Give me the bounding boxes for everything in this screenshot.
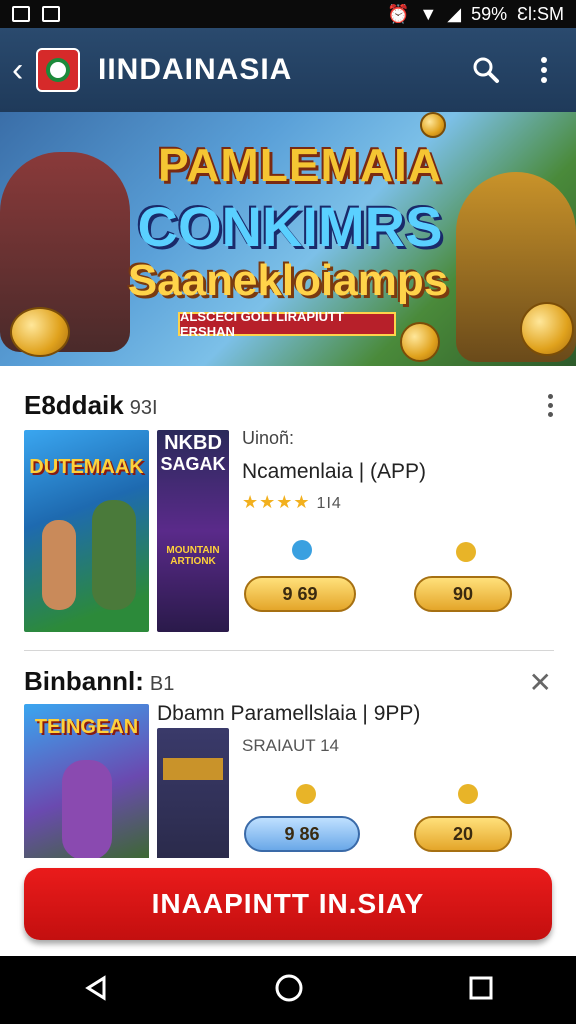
rating-count: 1I4	[316, 495, 342, 512]
banner-title-line1: PAMLEMAIA	[157, 139, 443, 191]
clock: ƐƖ:SM	[517, 3, 564, 24]
wifi-icon: ▼	[419, 3, 438, 24]
banner-title-line3: Saanekloiamps	[127, 256, 449, 305]
cta-area: INAAPINTT IN.SIAY	[0, 858, 576, 956]
game-cover[interactable]: DUTEMAAK	[24, 430, 149, 632]
price-badge[interactable]: 20	[414, 816, 512, 852]
game-cover[interactable]: NKBD SAGAK MOUNTAIN ARTIONK	[157, 430, 229, 632]
game-cover[interactable]: TEINGEAN	[24, 704, 149, 858]
banner-title-line2: CONKIMRS	[137, 195, 443, 258]
status-bar: ⏰ ▼ ◢ 59% ƐƖ:SM	[0, 0, 576, 28]
app-title: IINDAINASIA	[98, 53, 293, 86]
back-nav-icon[interactable]	[82, 974, 110, 1007]
section-count: B1	[149, 673, 175, 695]
promo-banner[interactable]: PAMLEMAIA CONKIMRS Saanekloiamps ALSCECI…	[0, 112, 576, 366]
battery-text: 59%	[471, 3, 508, 24]
game-title[interactable]: Ncamenlaia | (APP)	[242, 460, 426, 484]
section-games-2: Binbannl: B1 ✕ TEINGEAN Dbamn Paramellsla…	[0, 660, 576, 858]
divider	[24, 650, 554, 651]
signal-icon: ◢	[447, 3, 462, 24]
back-icon[interactable]: ‹	[12, 51, 32, 90]
more-vert-icon[interactable]	[548, 394, 554, 417]
gallery-icon	[42, 6, 60, 22]
recents-nav-icon[interactable]	[468, 975, 494, 1006]
more-vert-icon[interactable]	[524, 50, 564, 90]
game-subtitle: Uinoñ:	[242, 428, 295, 448]
coin-icon	[400, 322, 440, 362]
app-logo	[36, 48, 80, 92]
search-icon[interactable]	[466, 50, 506, 90]
section-title: E8ddaik 93I	[24, 390, 158, 420]
close-icon[interactable]: ✕	[529, 666, 552, 699]
price-badge[interactable]: 9 86	[244, 816, 360, 852]
banner-ribbon: ALSCECI GOLI LIRAPIUTT ERSHAN	[178, 309, 396, 339]
coin-icon	[520, 302, 574, 356]
alarm-icon: ⏰	[387, 3, 410, 24]
price-badge[interactable]: 9 69	[244, 576, 356, 612]
home-nav-icon[interactable]	[274, 973, 304, 1008]
game-title[interactable]: Dbamn Paramellslaia | 9PP)	[157, 702, 420, 726]
coin-icon	[456, 542, 476, 562]
install-button[interactable]: INAAPINTT IN.SIAY	[24, 868, 552, 940]
section-title: Binbannl: B1	[24, 666, 175, 696]
coin-icon	[296, 784, 316, 804]
coin-icon	[458, 784, 478, 804]
system-nav-bar	[0, 956, 576, 1024]
image-icon	[12, 6, 30, 22]
price-badge[interactable]: 90	[414, 576, 512, 612]
rating-stars: ★★★★ 1I4	[242, 492, 342, 512]
game-cover[interactable]	[157, 728, 229, 858]
coin-icon	[420, 112, 446, 138]
section-games-1: E8ddaik 93I DUTEMAAK NKBD SAGAK MOUNTAIN …	[0, 380, 576, 650]
game-subtitle: SRAIAUT 14	[242, 736, 340, 755]
section-count: 93I	[129, 397, 158, 419]
info-icon	[292, 540, 312, 560]
app-bar: ‹ IINDAINASIA	[0, 28, 576, 112]
coin-icon	[10, 307, 70, 357]
